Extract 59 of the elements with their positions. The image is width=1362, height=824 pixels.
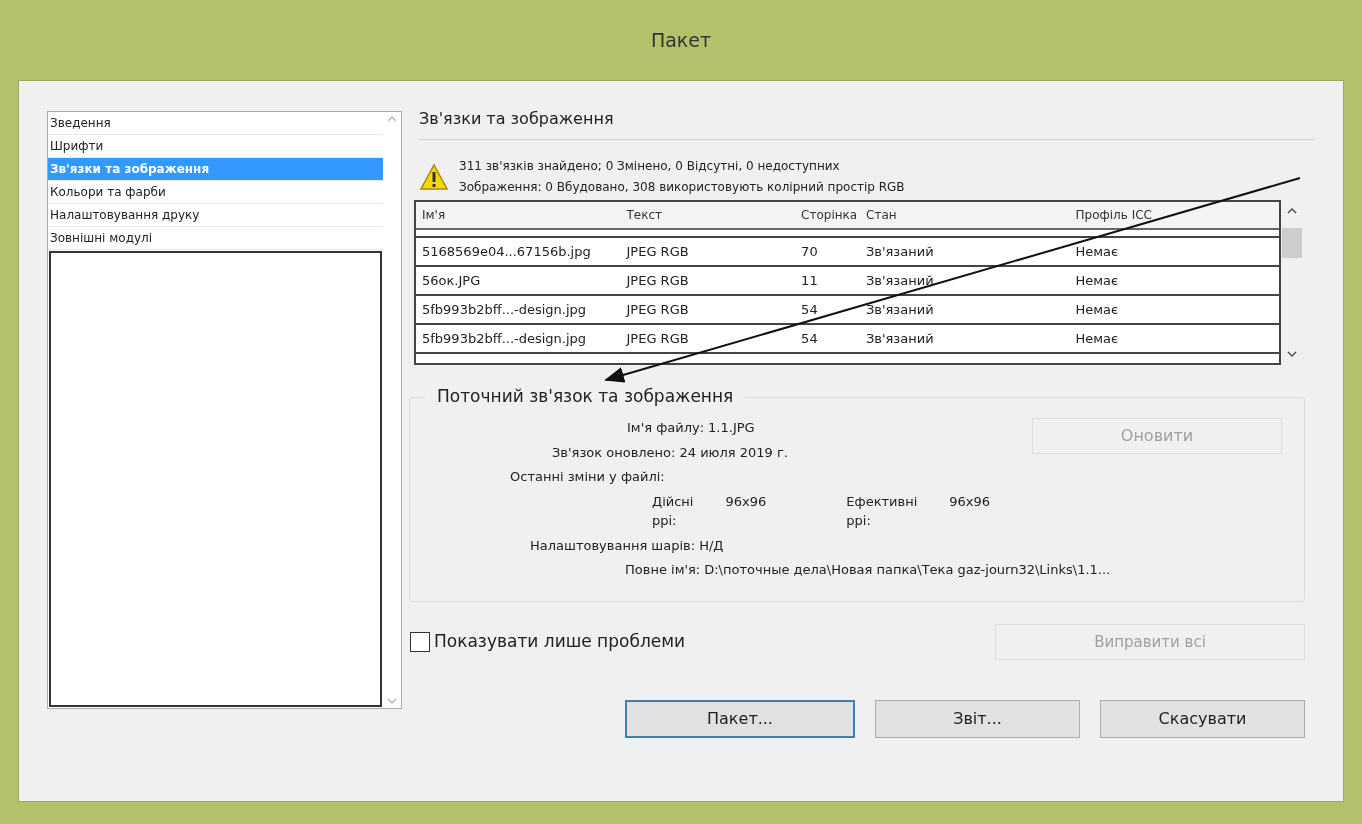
scrollbar-thumb[interactable] [1282, 228, 1302, 258]
table-cell-text: Зв'язаний [865, 271, 935, 290]
summary-text: Зображення: 0 Вбудовано, 308 використовують колірний простір RGB [459, 179, 905, 196]
table-cell-text: 5fb993b2bff...-design.jpg [421, 300, 588, 319]
table-row[interactable]: 56ок.JPG JPEG RGB 11 Зв'язаний Немає [416, 267, 1279, 296]
table-cell-text: JPEG RGB [624, 329, 690, 348]
summary-text: 311 зв'язків знайдено; 0 Змінено, 0 Відсутні, 0 недоступних [459, 158, 841, 175]
dialog-button[interactable]: Пакет... [625, 700, 855, 738]
sidebar-item[interactable]: Налаштовування друку [48, 204, 383, 227]
table-cell-text: Зв'язаний [865, 300, 935, 319]
link-updated-value: 24 июля 2019 г. [679, 443, 788, 462]
scroll-down-icon[interactable] [1287, 351, 1297, 357]
table-cell-text: 56ок.JPG [421, 271, 482, 290]
table-cell-text: JPEG RGB [624, 271, 690, 290]
table-cell-text: Немає [1074, 242, 1120, 261]
column-header[interactable]: Текст [620, 206, 796, 224]
table-cell-text: Зв'язаний [865, 242, 935, 261]
table-cell-text: Немає [1074, 271, 1120, 290]
table-row[interactable]: 5fb993b2bff...-design.jpg JPEG RGB 54 Зв'язаний Немає [416, 325, 1279, 354]
column-header[interactable]: Сторінка [795, 206, 861, 224]
sidebar-item[interactable]: Зовнішні модулі [48, 227, 383, 250]
table-cell-text: Зв'язаний [865, 329, 935, 348]
layers-label: Налаштовування шарів: [530, 536, 696, 555]
actual-ppi-value: 96x96 [725, 492, 767, 511]
table-row[interactable]: 5fb993b2bff...-design.jpg JPEG RGB 54 Зв'язаний Немає [416, 296, 1279, 325]
effective-ppi-label: Ефективні ppi: [846, 492, 919, 530]
window-title: Пакет [650, 27, 712, 53]
checkbox[interactable] [410, 632, 430, 652]
warning-icon [419, 163, 449, 191]
dialog-button[interactable]: Звіт... [875, 700, 1080, 738]
file-name-value: 1.1.JPG [708, 419, 755, 437]
column-header[interactable]: Стан [860, 206, 1070, 224]
actual-ppi-label: Дійсні ppi: [652, 492, 695, 530]
table-cell-text: Немає [1074, 329, 1120, 348]
scroll-up-icon[interactable] [1287, 208, 1297, 214]
link-updated-label: Зв'язок оновлено: [552, 443, 676, 462]
sidebar-item[interactable]: Кольори та фарби [48, 181, 383, 204]
table-cell-text: 54 [800, 329, 819, 348]
table-cell-text: JPEG RGB [624, 300, 690, 319]
table-cell-text: 70 [800, 242, 819, 261]
last-modified-label: Останні зміни у файлі: [510, 468, 665, 486]
table-cell-text: Немає [1074, 300, 1120, 319]
sidebar-item[interactable]: Зведення [48, 112, 383, 135]
full-name-label: Повне ім'я: [625, 561, 701, 579]
table-row[interactable]: 5168569e04...67156b.jpg JPEG RGB 70 Зв'язаний Немає [416, 238, 1279, 267]
table-cell-text: JPEG RGB [624, 242, 690, 261]
layers-value: Н/Д [699, 536, 724, 555]
table-cell-text: 5168569e04...67156b.jpg [421, 242, 592, 261]
dialog-button[interactable]: Скасувати [1100, 700, 1305, 738]
column-header[interactable]: Профіль ICC [1069, 206, 1279, 224]
checkbox-label: Показувати лише проблеми [434, 630, 686, 654]
section-title: Зв'язки та зображення [419, 109, 614, 128]
effective-ppi-value: 96x96 [949, 492, 990, 511]
column-header[interactable]: Ім'я [416, 206, 621, 224]
table-cell-text: 54 [800, 300, 819, 319]
file-name-label: Ім'я файлу: [627, 419, 705, 437]
table-cell-text: 11 [800, 271, 819, 290]
full-name-value: D:\поточные дела\Новая папка\Тека gaz-journ32\Links\1.1... [704, 561, 1111, 579]
table-cell-text: 5fb993b2bff...-design.jpg [421, 329, 588, 348]
